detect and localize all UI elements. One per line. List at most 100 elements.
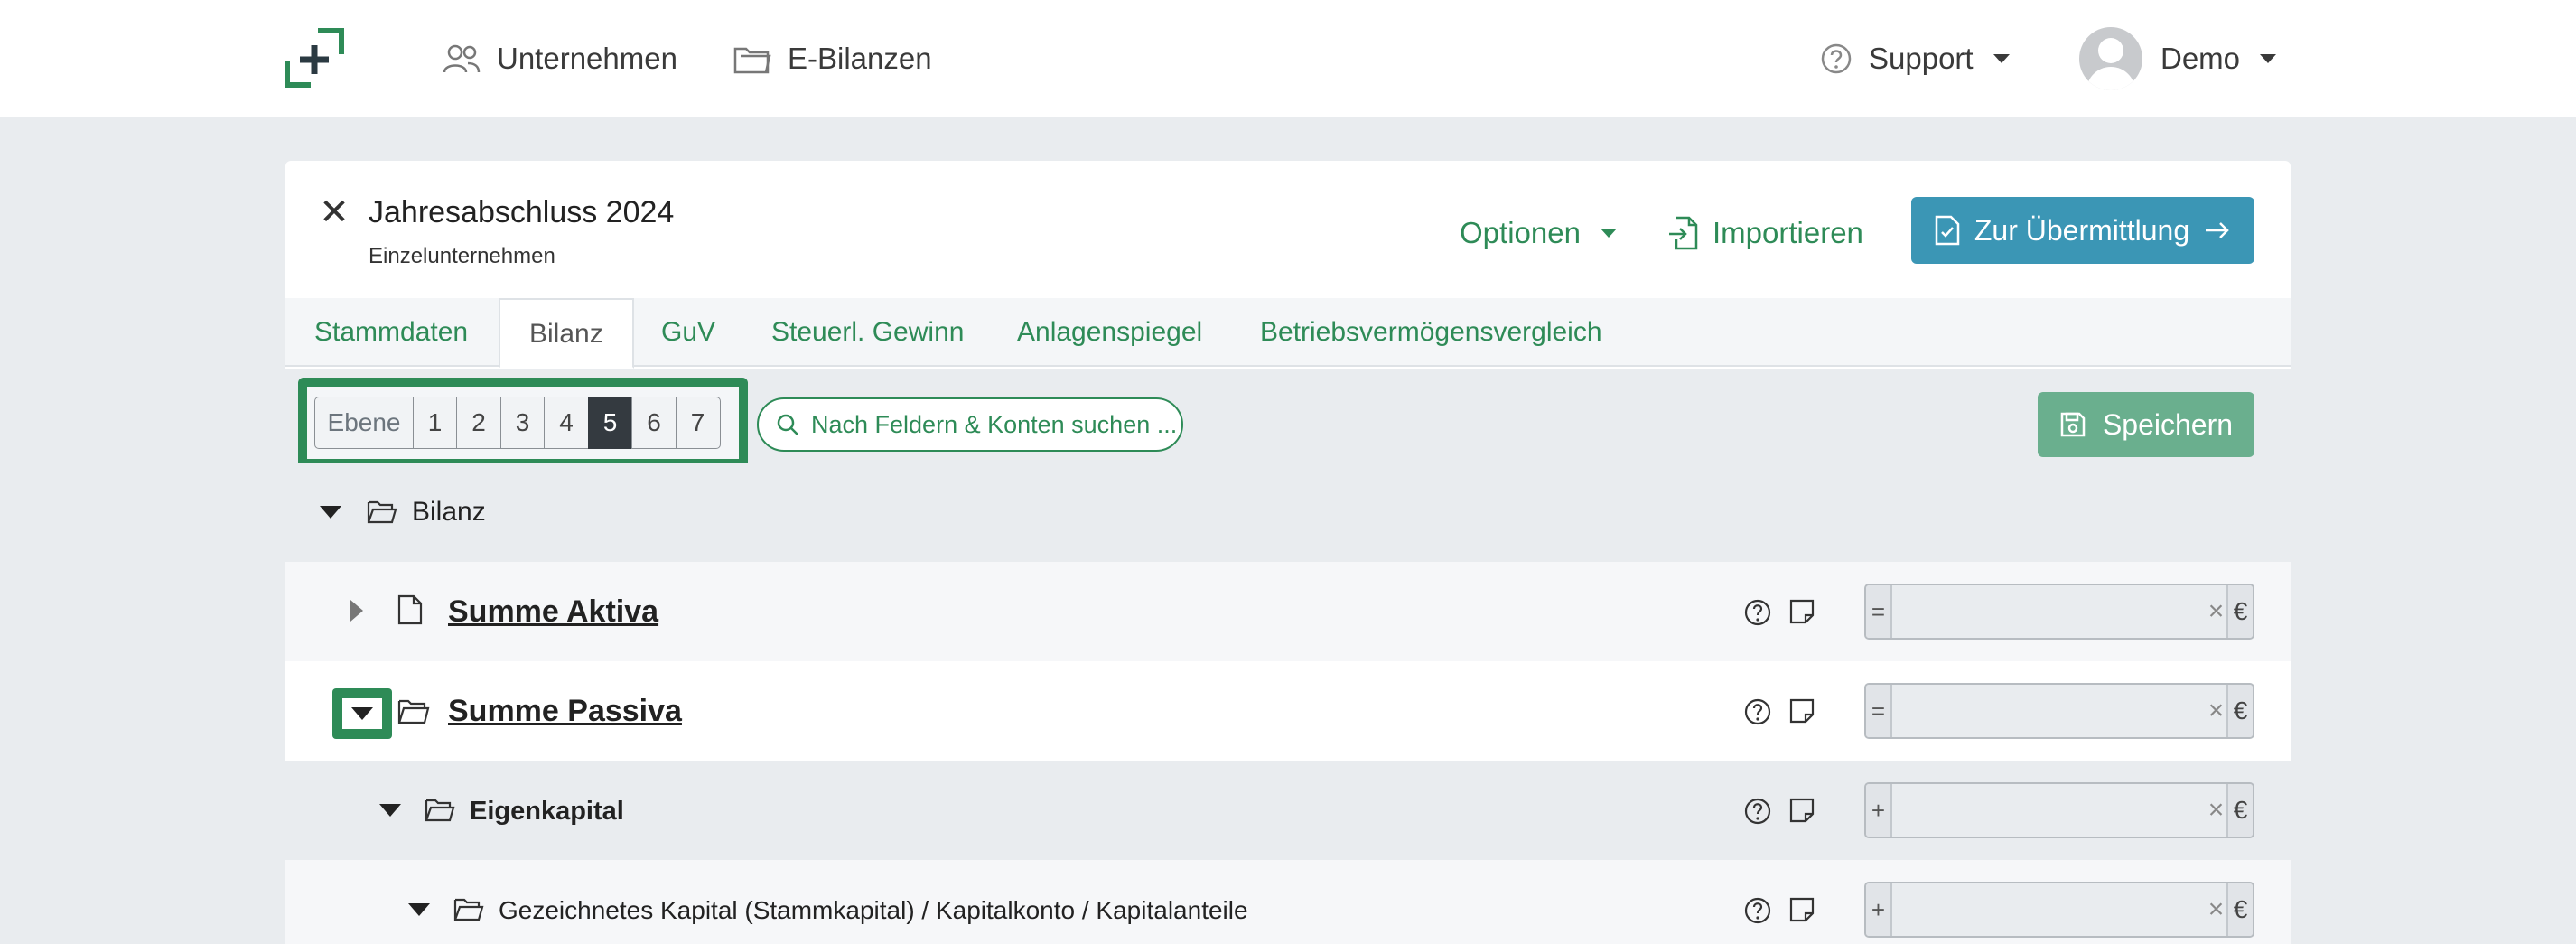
folder-open-icon bbox=[453, 898, 484, 921]
expand-toggle-icon[interactable] bbox=[350, 600, 363, 622]
nav-support-label: Support bbox=[1869, 42, 1974, 75]
floppy-disk-icon bbox=[2060, 412, 2086, 437]
tree-row-eigenkapital: Eigenkapital + × € bbox=[285, 761, 2291, 860]
sticky-note-icon[interactable] bbox=[1788, 598, 1815, 625]
page-subtitle: Einzelunternehmen bbox=[369, 244, 555, 268]
folder-icon bbox=[733, 47, 771, 74]
level-button-5[interactable]: 5 bbox=[587, 397, 633, 449]
currency-label: € bbox=[2226, 784, 2253, 837]
importieren-label: Importieren bbox=[1713, 216, 1863, 249]
tree-row-summe-passiva: Summe Passiva = × € bbox=[285, 661, 2291, 761]
nav-unternehmen[interactable]: Unternehmen bbox=[443, 34, 677, 83]
value-input-group: + × € bbox=[1864, 882, 2254, 938]
value-input[interactable] bbox=[1891, 883, 2206, 936]
collapse-toggle-icon[interactable] bbox=[379, 804, 401, 817]
search-placeholder: Nach Feldern & Konten suchen ... bbox=[811, 410, 1178, 438]
value-input-group: = × € bbox=[1864, 584, 2254, 640]
tab-betriebsvermoegensvergleich[interactable]: Betriebsvermögensvergleich bbox=[1260, 298, 1602, 367]
currency-label: € bbox=[2226, 883, 2253, 936]
file-import-icon bbox=[1669, 216, 1698, 250]
zur-uebermittlung-label: Zur Übermittlung bbox=[1974, 213, 2190, 247]
speichern-button[interactable]: Speichern bbox=[2038, 392, 2254, 457]
chevron-down-icon bbox=[1600, 229, 1617, 238]
level-button-6[interactable]: 6 bbox=[631, 397, 677, 449]
level-button-2[interactable]: 2 bbox=[456, 397, 501, 449]
level-label: Ebene bbox=[314, 397, 414, 449]
question-circle-icon[interactable] bbox=[1743, 896, 1772, 925]
main-card: ✕ Jahresabschluss 2024 Einzelunternehmen… bbox=[285, 161, 2291, 944]
arrow-right-icon bbox=[2206, 222, 2229, 238]
tab-stammdaten[interactable]: Stammdaten bbox=[314, 298, 468, 367]
tree-row-label[interactable]: Gezeichnetes Kapital (Stammkapital) / Ka… bbox=[499, 896, 1248, 925]
collapse-toggle-icon[interactable] bbox=[408, 903, 430, 916]
tabs-bar: Stammdaten Bilanz GuV Steuerl. Gewinn An… bbox=[285, 298, 2291, 369]
value-input[interactable] bbox=[1891, 685, 2206, 737]
search-fields-button[interactable]: Nach Feldern & Konten suchen ... bbox=[757, 397, 1183, 452]
tab-bilanz[interactable]: Bilanz bbox=[499, 298, 634, 369]
nav-ebilanzen-label: E-Bilanzen bbox=[788, 42, 932, 75]
nav-user-label: Demo bbox=[2161, 42, 2241, 75]
question-circle-icon[interactable] bbox=[1743, 598, 1772, 627]
folder-open-icon bbox=[425, 799, 455, 822]
tree-row-gezeichnetes-kapital: Gezeichnetes Kapital (Stammkapital) / Ka… bbox=[285, 860, 2291, 944]
operator-badge: = bbox=[1866, 585, 1892, 638]
level-button-4[interactable]: 4 bbox=[544, 397, 589, 449]
value-input-group: + × € bbox=[1864, 782, 2254, 838]
collapse-toggle-icon[interactable] bbox=[320, 506, 341, 519]
tab-anlagenspiegel[interactable]: Anlagenspiegel bbox=[1017, 298, 1202, 367]
tree-row-bilanz: Bilanz bbox=[285, 463, 2291, 562]
tab-guv[interactable]: GuV bbox=[661, 298, 715, 367]
tree-root-label: Bilanz bbox=[412, 497, 486, 527]
clear-icon[interactable]: × bbox=[2205, 784, 2227, 837]
zur-uebermittlung-button[interactable]: Zur Übermittlung bbox=[1911, 197, 2254, 264]
tab-steuerl-gewinn[interactable]: Steuerl. Gewinn bbox=[771, 298, 964, 367]
optionen-label: Optionen bbox=[1460, 216, 1581, 249]
operator-badge: = bbox=[1866, 685, 1892, 737]
currency-label: € bbox=[2226, 585, 2253, 638]
importieren-button[interactable]: Importieren bbox=[1667, 208, 1863, 258]
search-icon bbox=[777, 414, 798, 435]
clear-icon[interactable]: × bbox=[2205, 883, 2227, 936]
logo-icon[interactable] bbox=[284, 27, 345, 89]
nav-unternehmen-label: Unternehmen bbox=[497, 42, 677, 75]
top-navbar: Unternehmen E-Bilanzen Support Demo bbox=[0, 0, 2576, 117]
chevron-down-icon bbox=[1993, 54, 2010, 63]
optionen-dropdown[interactable]: Optionen bbox=[1460, 208, 1617, 258]
operator-badge: + bbox=[1866, 784, 1892, 837]
sticky-note-icon[interactable] bbox=[1788, 697, 1815, 724]
operator-badge: + bbox=[1866, 883, 1892, 936]
caret-down-icon bbox=[351, 707, 373, 720]
nav-ebilanzen[interactable]: E-Bilanzen bbox=[733, 34, 932, 83]
avatar bbox=[2079, 27, 2142, 90]
tree-row-summe-aktiva: Summe Aktiva = × € bbox=[285, 562, 2291, 661]
clear-icon[interactable]: × bbox=[2205, 685, 2227, 737]
page-title: Jahresabschluss 2024 bbox=[369, 195, 675, 229]
sticky-note-icon[interactable] bbox=[1788, 797, 1815, 824]
users-icon bbox=[443, 44, 481, 73]
value-input[interactable] bbox=[1891, 585, 2206, 638]
value-input[interactable] bbox=[1891, 784, 2206, 837]
level-button-1[interactable]: 1 bbox=[412, 397, 458, 449]
tree-row-label[interactable]: Summe Passiva bbox=[448, 694, 682, 729]
chevron-down-icon bbox=[2260, 54, 2277, 63]
file-icon bbox=[397, 594, 423, 625]
speichern-label: Speichern bbox=[2102, 407, 2234, 441]
nav-support-dropdown[interactable]: Support bbox=[1820, 34, 2010, 83]
nav-user-dropdown[interactable]: Demo bbox=[2079, 27, 2277, 90]
tree-row-label[interactable]: Eigenkapital bbox=[470, 797, 624, 827]
question-circle-icon[interactable] bbox=[1743, 797, 1772, 826]
question-circle-icon bbox=[1821, 43, 1852, 74]
sticky-note-icon[interactable] bbox=[1788, 896, 1815, 923]
folder-open-icon bbox=[367, 500, 397, 524]
value-input-group: = × € bbox=[1864, 683, 2254, 739]
level-selector: Ebene 1 2 3 4 5 6 7 bbox=[298, 378, 748, 468]
level-button-3[interactable]: 3 bbox=[499, 397, 546, 449]
close-icon[interactable]: ✕ bbox=[316, 190, 352, 235]
folder-open-icon bbox=[397, 699, 430, 724]
question-circle-icon[interactable] bbox=[1743, 697, 1772, 726]
collapse-toggle-button[interactable] bbox=[332, 688, 392, 739]
clear-icon[interactable]: × bbox=[2205, 585, 2227, 638]
level-button-7[interactable]: 7 bbox=[675, 397, 721, 449]
currency-label: € bbox=[2226, 685, 2253, 737]
tree-row-label[interactable]: Summe Aktiva bbox=[448, 594, 658, 630]
